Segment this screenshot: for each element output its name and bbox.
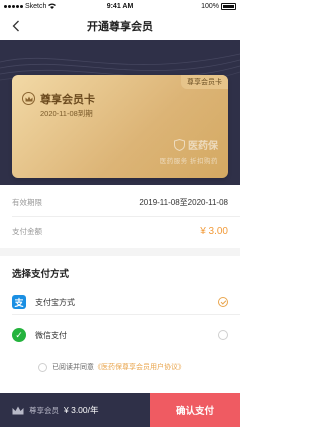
section-divider [0,248,240,256]
page-title: 开通尊享会员 [87,21,153,33]
amount-row: 支付金额 ¥ 3.00 [0,221,240,241]
amount-label: 支付金额 [12,226,42,236]
crown-icon [12,406,24,414]
card-expiry: 2020-11-08到期 [40,109,93,118]
radio-unselected-icon[interactable] [218,330,228,340]
payment-option-alipay[interactable]: 支 支付宝方式 [0,290,240,314]
agreement-checkbox[interactable] [38,362,47,372]
card-title: 尊享会员卡 [40,94,95,106]
card-slogan: 医药服务 折扣购药 [159,158,218,165]
crown-icon [22,92,35,105]
payment-option-label: 微信支付 [35,330,67,340]
membership-card: 尊享会员卡 尊享会员卡 2020-11-08到期 医药保 医药服务 折扣购药 [12,75,228,178]
payment-option-label: 支付宝方式 [35,297,75,307]
nav-bar: 开通尊享会员 [0,12,240,40]
agreement: 已阅读并同意 《医药保尊享会员用户协议》 [38,360,185,374]
chevron-left-icon [12,20,19,32]
card-brand-label: 医药保 [188,141,218,152]
bottom-price: ¥ 3.00/年 [64,405,99,415]
shield-icon [174,138,185,151]
bottom-summary: 尊享会员 ¥ 3.00/年 [0,393,150,427]
confirm-pay-button[interactable]: 确认支付 [150,393,240,427]
payment-option-wechat[interactable]: ✓ 微信支付 [0,323,240,347]
row-divider [12,216,240,217]
radio-selected-icon[interactable] [218,297,228,307]
alipay-icon: 支 [12,295,26,309]
validity-label: 有效期限 [12,197,42,207]
wechat-icon: ✓ [12,328,26,342]
bottom-label: 尊享会员 [29,405,59,415]
status-bar: Sketch 9:41 AM 100% [0,0,240,12]
payment-section-title: 选择支付方式 [12,269,70,280]
row-divider [12,314,240,315]
card-tag: 尊享会员卡 [181,75,228,89]
amount-value: ¥ 3.00 [200,225,228,237]
card-brand: 医药保 [174,137,218,152]
agreement-link[interactable]: 《医药保尊享会员用户协议》 [94,362,185,372]
validity-row: 有效期限 2019-11-08至2020-11-08 [0,192,240,212]
back-button[interactable] [6,16,26,36]
bottom-bar: 尊享会员 ¥ 3.00/年 确认支付 [0,393,240,427]
battery-icon [221,2,236,10]
agreement-text: 已阅读并同意 [52,364,94,371]
validity-value: 2019-11-08至2020-11-08 [139,197,228,207]
status-time: 9:41 AM [106,2,134,10]
